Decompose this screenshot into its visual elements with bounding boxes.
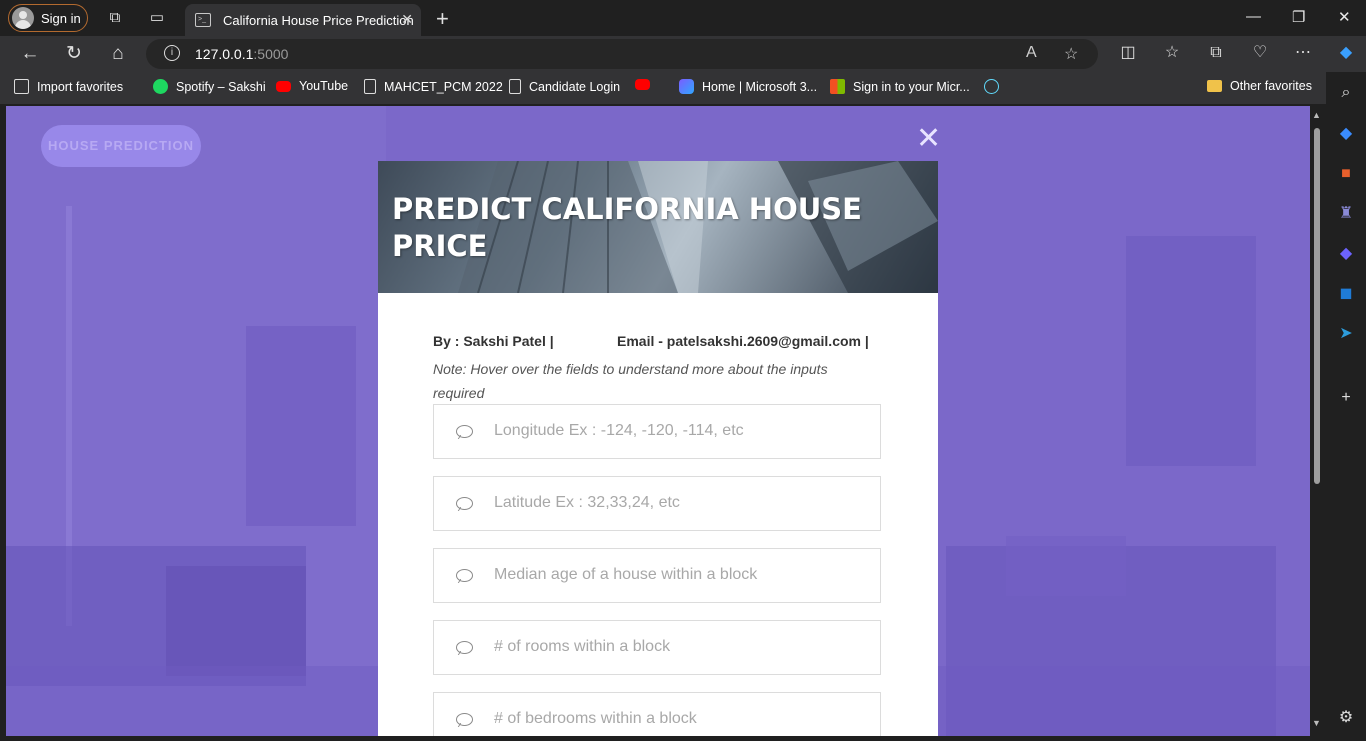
- prediction-form-card: PREDICT CALIFORNIA HOUSE PRICE By : Saks…: [378, 161, 938, 736]
- rooms-placeholder: # of rooms within a block: [494, 638, 671, 655]
- browser-essentials-icon[interactable]: ♡: [1250, 43, 1270, 63]
- rooms-input[interactable]: # of rooms within a block: [433, 620, 881, 675]
- page-scrollbar[interactable]: ▲ ▼: [1310, 106, 1324, 736]
- bedrooms-input[interactable]: # of bedrooms within a block: [433, 692, 881, 736]
- bookmark-label: Sign in to your Micr...: [853, 79, 970, 94]
- url-port: :5000: [253, 46, 289, 62]
- youtube-icon: [635, 79, 650, 90]
- tab-title: California House Price Prediction: [223, 12, 414, 28]
- restore-icon[interactable]: ❐: [1292, 8, 1305, 26]
- comment-icon: [456, 713, 473, 726]
- bookmark-import-favorites[interactable]: Import favorites: [14, 79, 123, 94]
- copilot-icon[interactable]: ◆: [1336, 43, 1356, 63]
- import-icon: [14, 79, 29, 94]
- latitude-placeholder: Latitude Ex : 32,33,24, etc: [494, 494, 680, 511]
- minimize-icon[interactable]: —: [1246, 8, 1261, 25]
- header-banner: PREDICT CALIFORNIA HOUSE PRICE: [378, 161, 938, 293]
- bookmark-label: Spotify – Sakshi: [176, 79, 266, 94]
- youtube-icon: [276, 80, 291, 92]
- collections-icon[interactable]: ⧉: [1206, 43, 1226, 63]
- page-icon: [509, 79, 521, 94]
- send-icon[interactable]: ➤: [1336, 324, 1356, 344]
- read-aloud-icon[interactable]: A: [1026, 44, 1037, 62]
- bookmark-label: Home | Microsoft 3...: [702, 79, 818, 94]
- bookmark-microsoft-365[interactable]: Home | Microsoft 3...: [679, 79, 817, 94]
- sign-in-label: Sign in: [41, 10, 81, 26]
- react-icon: [984, 79, 999, 94]
- site-info-icon[interactable]: i: [164, 45, 180, 61]
- settings-gear-icon[interactable]: ⚙: [1336, 708, 1356, 728]
- browser-title-bar: Sign in ⧉ ▭ >_ California House Price Pr…: [0, 0, 1366, 36]
- new-tab-icon[interactable]: +: [436, 6, 449, 32]
- tab-actions-icon[interactable]: ▭: [147, 8, 167, 28]
- microsoft-365-icon: [679, 79, 694, 94]
- bookmark-label: Other favorites: [1230, 79, 1312, 93]
- avatar-icon: [12, 7, 34, 29]
- hover-note: Note: Hover over the fields to understan…: [433, 361, 828, 401]
- house-prediction-nav-button[interactable]: HOUSE PREDICTION: [41, 125, 201, 167]
- workspaces-icon[interactable]: ⧉: [105, 8, 125, 28]
- tab-close-icon[interactable]: ✕: [401, 11, 413, 28]
- scrollbar-thumb[interactable]: [1314, 128, 1320, 484]
- search-icon[interactable]: ⌕: [1336, 83, 1356, 103]
- home-icon[interactable]: ⌂: [106, 43, 130, 65]
- shopping-tag-icon[interactable]: ◆: [1336, 124, 1356, 144]
- back-icon[interactable]: ←: [18, 43, 42, 65]
- longitude-placeholder: Longitude Ex : -124, -120, -114, etc: [494, 422, 744, 439]
- url-bar[interactable]: i 127.0.0.1:5000 A ☆: [146, 39, 1098, 69]
- median-age-placeholder: Median age of a house within a block: [494, 566, 758, 583]
- page-viewport: HOUSE PREDICTION ✕ PREDICT CALIFORNIA HO…: [6, 106, 1310, 736]
- tab-favicon-icon: >_: [195, 13, 211, 27]
- bookmark-label: Import favorites: [37, 79, 124, 94]
- comment-icon: [456, 425, 473, 438]
- scroll-up-icon[interactable]: ▲: [1312, 110, 1321, 120]
- favorite-star-icon[interactable]: ☆: [1064, 44, 1078, 64]
- folder-icon: [1207, 80, 1222, 92]
- bookmark-label: Candidate Login: [529, 79, 621, 94]
- favorites-icon[interactable]: ☆: [1162, 43, 1182, 63]
- author-email: Email - patelsakshi.2609@gmail.com |: [617, 333, 869, 349]
- page-icon: [364, 79, 376, 94]
- comment-icon: [456, 497, 473, 510]
- bookmark-candidate-login[interactable]: Candidate Login: [509, 79, 620, 94]
- longitude-input[interactable]: Longitude Ex : -124, -120, -114, etc: [433, 404, 881, 459]
- bookmark-react[interactable]: [984, 79, 1007, 94]
- comment-icon: [456, 641, 473, 654]
- bookmark-mahcet[interactable]: MAHCET_PCM 2022: [364, 79, 503, 94]
- bookmark-label: MAHCET_PCM 2022: [384, 79, 503, 94]
- comment-icon: [456, 569, 473, 582]
- bedrooms-placeholder: # of bedrooms within a block: [494, 710, 697, 727]
- bookmark-microsoft-signin[interactable]: Sign in to your Micr...: [830, 79, 970, 94]
- url-host: 127.0.0.1: [195, 46, 254, 62]
- close-window-icon[interactable]: ✕: [1338, 8, 1351, 26]
- split-screen-icon[interactable]: ◫: [1118, 43, 1138, 63]
- active-tab[interactable]: >_ California House Price Prediction ✕: [185, 4, 421, 36]
- microsoft-icon: [830, 79, 845, 94]
- bookmark-youtube[interactable]: YouTube: [276, 79, 348, 93]
- modal-close-icon[interactable]: ✕: [916, 124, 941, 154]
- scroll-down-icon[interactable]: ▼: [1312, 718, 1321, 728]
- bookmark-other-favorites[interactable]: Other favorites: [1207, 79, 1312, 93]
- spotify-icon: [153, 79, 168, 94]
- refresh-icon[interactable]: ↻: [62, 43, 86, 65]
- more-options-icon[interactable]: ⋯: [1293, 43, 1313, 63]
- bookmark-spotify[interactable]: Spotify – Sakshi: [153, 79, 266, 94]
- url-text: 127.0.0.1:5000: [195, 46, 288, 62]
- bookmark-youtube-2[interactable]: [635, 79, 658, 90]
- median-age-input[interactable]: Median age of a house within a block: [433, 548, 881, 603]
- page-title: PREDICT CALIFORNIA HOUSE PRICE: [392, 192, 862, 263]
- games-icon[interactable]: ♜: [1336, 204, 1356, 224]
- bookmarks-bar: Import favorites Spotify – Sakshi YouTub…: [0, 72, 1366, 104]
- latitude-input[interactable]: Latitude Ex : 32,33,24, etc: [433, 476, 881, 531]
- sign-in-button[interactable]: Sign in: [8, 4, 88, 32]
- bookmark-label: YouTube: [299, 79, 349, 93]
- microsoft-365-icon[interactable]: ◆: [1336, 244, 1356, 264]
- outlook-icon[interactable]: ◼: [1336, 284, 1356, 304]
- tools-icon[interactable]: ■: [1336, 164, 1356, 184]
- add-icon[interactable]: +: [1336, 388, 1356, 408]
